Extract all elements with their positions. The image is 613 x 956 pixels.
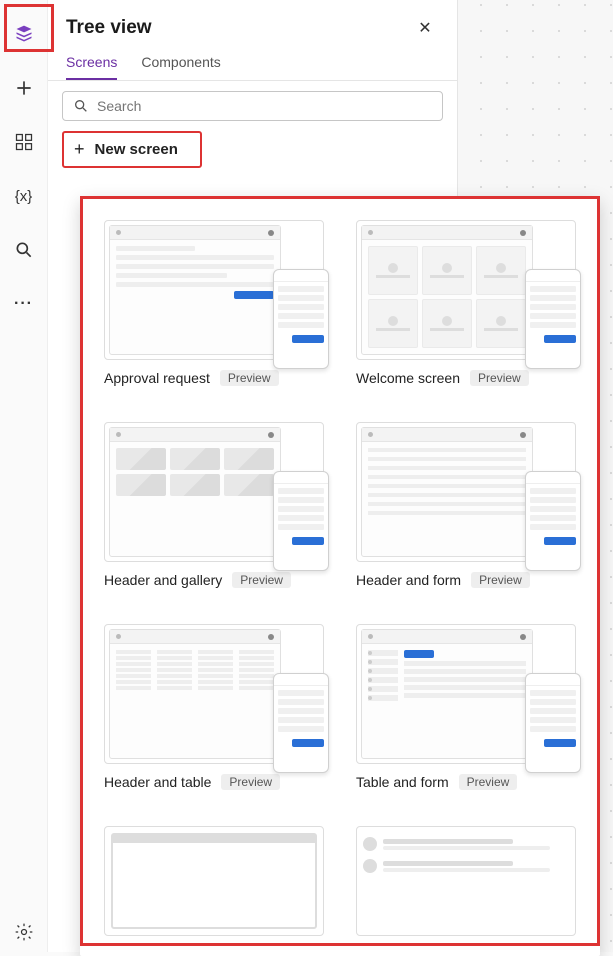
template-name: Welcome screen — [356, 370, 460, 386]
plus-icon: + — [74, 139, 85, 160]
template-tile[interactable]: Header and form Preview — [356, 422, 576, 588]
template-thumbnail — [104, 220, 324, 360]
more-icon[interactable]: ··· — [12, 292, 36, 316]
template-tile[interactable]: Header and gallery Preview — [104, 422, 324, 588]
preview-badge: Preview — [232, 572, 291, 588]
template-thumbnail — [104, 624, 324, 764]
rail-search-icon[interactable] — [12, 238, 36, 262]
left-rail: {x} ··· — [0, 0, 48, 952]
close-panel-button[interactable]: ✕ — [411, 14, 439, 42]
search-icon — [73, 98, 89, 114]
search-input[interactable] — [97, 98, 432, 114]
preview-badge: Preview — [220, 370, 279, 386]
template-tile[interactable] — [356, 826, 576, 936]
variables-icon[interactable]: {x} — [12, 184, 36, 208]
tab-components[interactable]: Components — [141, 54, 220, 80]
template-tile[interactable]: Header and table Preview — [104, 624, 324, 790]
template-thumbnail — [356, 220, 576, 360]
new-screen-gallery: Approval request Preview Welcome screen Pre… — [80, 196, 600, 956]
template-thumbnail — [356, 624, 576, 764]
template-name: Header and gallery — [104, 572, 222, 588]
template-tile[interactable]: Welcome screen Preview — [356, 220, 576, 386]
template-thumbnail — [104, 422, 324, 562]
template-tile[interactable]: Approval request Preview — [104, 220, 324, 386]
preview-badge: Preview — [471, 572, 530, 588]
gallery-scroll[interactable]: Approval request Preview Welcome screen Pre… — [80, 196, 600, 956]
tab-screens[interactable]: Screens — [66, 54, 117, 80]
preview-badge: Preview — [470, 370, 529, 386]
search-box[interactable] — [62, 91, 443, 121]
template-tile[interactable] — [104, 826, 324, 936]
panel-tabs: Screens Components — [48, 48, 457, 81]
template-thumbnail — [104, 826, 324, 936]
preview-badge: Preview — [459, 774, 518, 790]
template-thumbnail — [356, 422, 576, 562]
template-name: Header and form — [356, 572, 461, 588]
template-name: Table and form — [356, 774, 449, 790]
new-screen-label: New screen — [95, 141, 178, 158]
tree-view-icon[interactable] — [12, 22, 36, 46]
data-icon[interactable] — [12, 130, 36, 154]
template-name: Header and table — [104, 774, 211, 790]
settings-icon[interactable] — [12, 928, 36, 952]
insert-icon[interactable] — [12, 76, 36, 100]
panel-title: Tree view — [66, 17, 152, 39]
template-name: Approval request — [104, 370, 210, 386]
preview-badge: Preview — [221, 774, 280, 790]
template-tile[interactable]: Table and form Preview — [356, 624, 576, 790]
template-thumbnail — [356, 826, 576, 936]
new-screen-button[interactable]: + New screen — [62, 131, 202, 168]
